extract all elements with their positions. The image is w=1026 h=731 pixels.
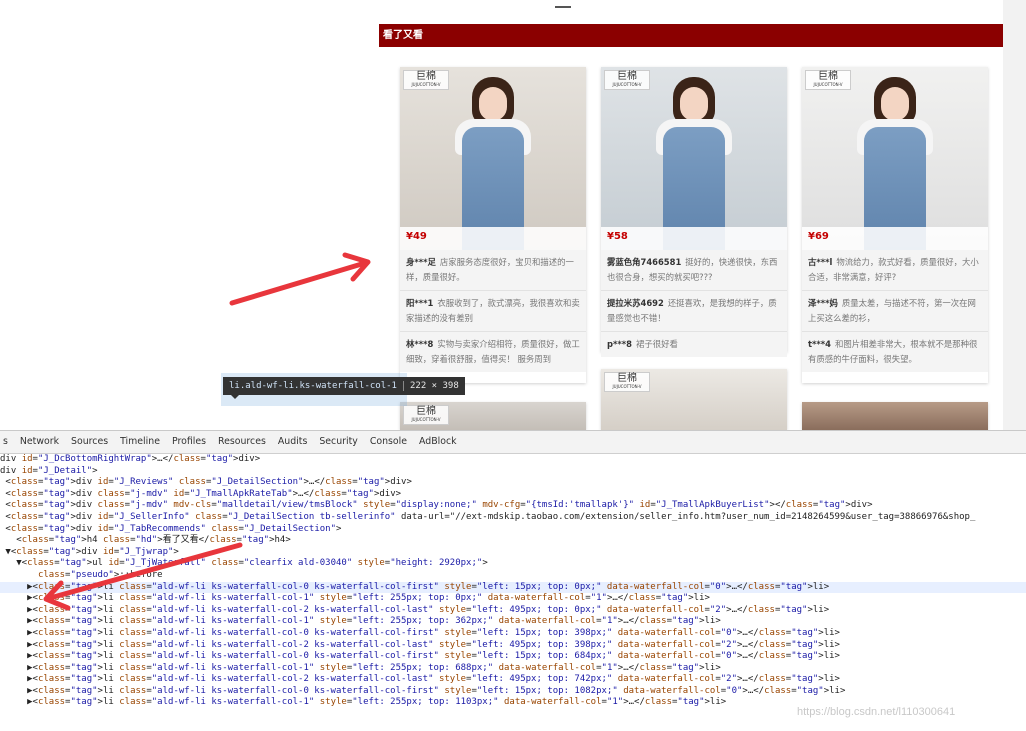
devtools-tabbar: s Network Sources Timeline Profiles Reso… [0,431,1026,454]
section-title: 看了又看 [379,24,1003,47]
review-list: 身***足 店家服务态度很好，宝贝和描述的一样，质量很好。 阳***1 衣服收到了，… [400,250,586,372]
review-user: 身***足 [406,257,436,267]
tab-audits[interactable]: Audits [278,436,307,447]
dom-node-line[interactable]: <class="tag">div class="j-mdv" id="J_Tma… [0,489,1026,501]
review-user: t***4 [808,339,831,349]
tab-elements[interactable]: s [3,436,8,447]
product-card[interactable] [802,402,988,430]
review-item: 雾蓝色角7466581 挺好的，快递很快，东西也很合身，想买的就买吧??? [601,250,787,291]
review-user: 古***l [808,257,833,267]
dom-tree[interactable]: div id="J_DcBottomRightWrap">…</class="t… [0,454,1026,731]
dom-node-line[interactable]: ▶<class="tag">li class="ald-wf-li ks-wat… [0,651,1026,663]
tab-sources[interactable]: Sources [71,436,108,447]
dom-node-line[interactable]: ▶<class="tag">li class="ald-wf-li ks-wat… [0,581,1026,594]
brand-logo: 巨棉 JUJUCOTTON-V [604,70,650,90]
review-text: 和图片相差非常大，根本就不是那种很有质感的牛仔面料，很失望。 [808,339,978,364]
review-item: 林***8 实物与卖家介绍相符，质量很好，做工细致，穿着很舒服，值得买！ 服务周到 [400,332,586,372]
watermark: https://blog.csdn.net/l110300641 [797,706,956,718]
dom-node-line[interactable]: <class="tag">div id="J_SellerInfo" class… [0,512,1026,524]
page-scroll-gutter [1003,0,1026,430]
review-text: 物流给力，款式好看，质量很好，大小合适，非常满意，好评? [808,257,979,282]
review-item: 提拉米苏4692 还挺喜欢，是我想的样子，质量感觉也不错！ [601,291,787,332]
dom-node-line[interactable]: ▶<class="tag">li class="ald-wf-li ks-wat… [0,628,1026,640]
tab-timeline[interactable]: Timeline [120,436,160,447]
tab-profiles[interactable]: Profiles [172,436,206,447]
product-card[interactable]: 巨棉 JUJUCOTTON-V ¥69 古***l 物流给力，款式好看，质量很好，大… [802,67,988,383]
product-price: ¥69 [808,231,829,242]
product-image[interactable] [802,402,988,430]
cropped-text-fragment [555,0,571,8]
review-user: p***8 [607,339,632,349]
review-item: 阳***1 衣服收到了，款式漂亮，我很喜欢和卖家描述的没有差别 [400,291,586,332]
product-card[interactable]: 巨棉 JUJUCOTTON-V ¥58 雾蓝色角7466581 挺好的，快递很快，东… [601,67,787,357]
product-image[interactable]: 巨棉 JUJUCOTTON-V [400,402,586,430]
review-item: 古***l 物流给力，款式好看，质量很好，大小合适，非常满意，好评? [802,250,988,291]
dom-node-line[interactable]: ▶<class="tag">li class="ald-wf-li ks-wat… [0,605,1026,617]
review-user: 雾蓝色角7466581 [607,257,682,267]
inspect-tooltip: li.ald-wf-li.ks-waterfall-col-1 222 × 398 [223,377,465,399]
review-user: 提拉米苏4692 [607,298,664,308]
review-user: 泽***妈 [808,298,838,308]
dom-node-line[interactable]: class="pseudo">::before [0,570,1026,582]
page-content: 看了又看 巨棉 JUJUCOTTON-V ¥49 身***足 店家服务态度很好，宝贝… [0,0,1026,430]
tab-network[interactable]: Network [20,436,59,447]
dom-node-line[interactable]: <class="tag">div class="j-mdv" mdv-cls="… [0,500,1026,512]
tooltip-selector: li.ald-wf-li.ks-waterfall-col-1 [229,381,397,391]
dom-node-line[interactable]: ▶<class="tag">li class="ald-wf-li ks-wat… [0,663,1026,675]
tooltip-size: 222 × 398 [402,381,459,391]
dom-node-line[interactable]: ▼<class="tag">ul id="J_TjWaterfall" clas… [0,558,1026,570]
product-image[interactable]: 巨棉 JUJUCOTTON-V ¥69 [802,67,988,250]
brand-logo: 巨棉 JUJUCOTTON-V [403,70,449,90]
tab-adblock[interactable]: AdBlock [419,436,457,447]
product-image[interactable]: 巨棉 JUJUCOTTON-V ¥58 [601,67,787,250]
dom-node-line[interactable]: <class="tag">div id="J_TabRecommends" cl… [0,524,1026,536]
review-item: 身***足 店家服务态度很好，宝贝和描述的一样，质量很好。 [400,250,586,291]
dom-node-line[interactable]: ▶<class="tag">li class="ald-wf-li ks-wat… [0,593,1026,605]
dom-node-line[interactable]: ▼<class="tag">div id="J_Tjwrap"> [0,547,1026,559]
product-image[interactable]: 巨棉 JUJUCOTTON-V ¥49 [400,67,586,250]
dom-node-line[interactable]: div id="J_Detail"> [0,466,1026,478]
review-text: 裙子很好看 [635,339,678,349]
brand-logo: 巨棉 JUJUCOTTON-V [805,70,851,90]
dom-node-line[interactable]: <class="tag">div id="J_Reviews" class="J… [0,477,1026,489]
brand-logo: 巨棉 JUJUCOTTON-V [604,372,650,392]
review-list: 古***l 物流给力，款式好看，质量很好，大小合适，非常满意，好评? 泽***妈质… [802,250,988,372]
review-item: p***8 裙子很好看 [601,332,787,357]
tab-console[interactable]: Console [370,436,407,447]
dom-node-line[interactable]: ▶<class="tag">li class="ald-wf-li ks-wat… [0,674,1026,686]
product-card[interactable]: 巨棉 JUJUCOTTON-V [400,402,586,430]
product-price: ¥49 [406,231,427,242]
brand-logo: 巨棉 JUJUCOTTON-V [403,405,449,425]
review-user: 阳***1 [406,298,434,308]
recommendations-section: 看了又看 巨棉 JUJUCOTTON-V ¥49 身***足 店家服务态度很好，宝贝… [379,24,1003,430]
product-image[interactable]: 巨棉 JUJUCOTTON-V [601,369,787,430]
dom-node-line[interactable]: ▶<class="tag">li class="ald-wf-li ks-wat… [0,686,1026,698]
review-item: 泽***妈 质量太差，与描述不符，第一次在网上买这么差的衫， [802,291,988,332]
review-list: 雾蓝色角7466581 挺好的，快递很快，东西也很合身，想买的就买吧??? 提拉米… [601,250,787,357]
review-user: 林***8 [406,339,434,349]
product-price: ¥58 [607,231,628,242]
tab-security[interactable]: Security [319,436,358,447]
dom-node-line[interactable]: ▶<class="tag">li class="ald-wf-li ks-wat… [0,616,1026,628]
dom-node-line[interactable]: ▶<class="tag">li class="ald-wf-li ks-wat… [0,640,1026,652]
devtools-panel: s Network Sources Timeline Profiles Reso… [0,430,1026,731]
product-card[interactable]: 巨棉 JUJUCOTTON-V ¥49 身***足 店家服务态度很好，宝贝和描述的一… [400,67,586,383]
dom-node-line[interactable]: div id="J_DcBottomRightWrap">…</class="t… [0,454,1026,466]
tab-resources[interactable]: Resources [218,436,266,447]
review-item: t***4 和图片相差非常大，根本就不是那种很有质感的牛仔面料，很失望。 [802,332,988,372]
dom-node-line[interactable]: <class="tag">h4 class="hd">看了又看</class="… [0,535,1026,547]
product-card[interactable]: 巨棉 JUJUCOTTON-V [601,369,787,430]
